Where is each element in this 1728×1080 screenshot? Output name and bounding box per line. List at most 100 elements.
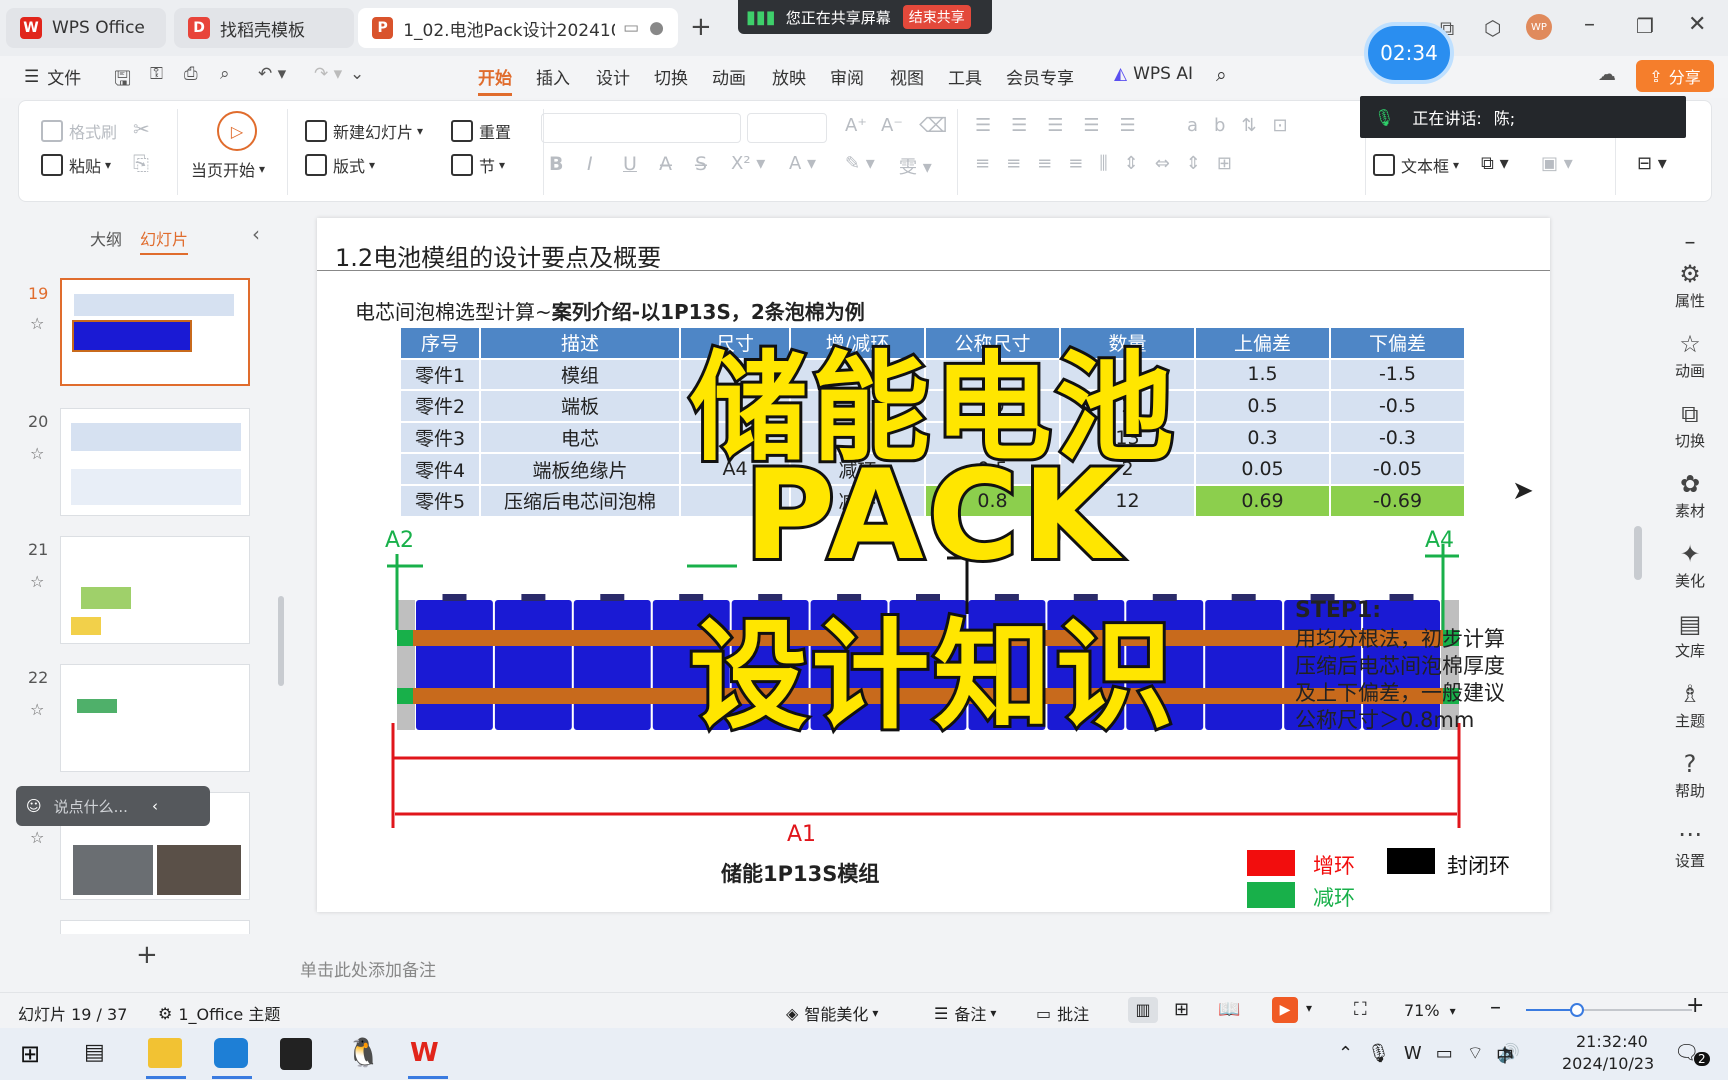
undo-icon[interactable]: ↶ ▾ <box>258 64 286 84</box>
zoom-in-icon[interactable]: + <box>1686 993 1704 1018</box>
star-icon[interactable]: ☆ <box>30 444 44 463</box>
highlight-icon[interactable]: ✎ ▾ <box>845 153 875 174</box>
qq-icon[interactable]: 🐧 <box>346 1036 381 1069</box>
tab-document[interactable]: P 1_02.电池Pack设计20241023 ▭ ● <box>358 8 678 48</box>
shapes-icon[interactable]: ⧉ ▾ <box>1481 153 1509 174</box>
section-button[interactable]: 节 ▾ <box>451 153 505 177</box>
add-slide-button[interactable]: + <box>136 940 158 970</box>
chevron-left-icon[interactable]: ‹ <box>152 797 158 815</box>
animation-button[interactable]: ☆ 动画 <box>1652 330 1728 381</box>
print-icon[interactable]: ⎙ <box>184 64 198 84</box>
key-icon[interactable]: ⚿ <box>150 64 163 84</box>
zoom-slider-handle[interactable] <box>1570 1003 1584 1017</box>
help-button[interactable]: ? 帮助 <box>1652 750 1728 801</box>
cloud-upload-icon[interactable]: ☁ <box>1598 64 1616 85</box>
font-color-icon[interactable]: A ▾ <box>789 153 816 174</box>
slides-tab[interactable]: 幻灯片 <box>140 226 189 255</box>
file-menu[interactable]: ☰ 文件 <box>24 64 81 90</box>
wps-taskbar-icon[interactable]: W <box>410 1038 446 1070</box>
format-painter-button[interactable]: 格式刷 <box>41 119 117 143</box>
cube-icon[interactable]: ⬡ <box>1484 16 1501 40</box>
theme-indicator[interactable]: ⚙ 1_Office 主题 <box>158 1001 280 1025</box>
select-pane-icon[interactable]: ⊟ ▾ <box>1637 153 1667 174</box>
settings-button[interactable]: ⋯ 设置 <box>1652 820 1728 871</box>
play-from-current-button[interactable]: 当页开始 ▾ <box>191 157 265 181</box>
assets-button[interactable]: ✿ 素材 <box>1652 470 1728 521</box>
bold-icon[interactable]: B <box>549 153 563 175</box>
more-chevron-icon[interactable]: ⌄ <box>350 64 364 84</box>
star-icon[interactable]: ☆ <box>30 572 44 591</box>
textbox-button[interactable]: 文本框 ▾ <box>1373 153 1459 177</box>
save-icon[interactable]: 🖫 <box>114 64 131 98</box>
menu-tab-slideshow[interactable]: 放映 <box>772 64 806 89</box>
font-family-select[interactable] <box>541 113 741 143</box>
transition-button[interactable]: ⧉ 切换 <box>1652 400 1728 451</box>
font-shrink-icon[interactable]: A⁻ <box>881 115 903 136</box>
outline-tab[interactable]: 大纲 <box>90 226 122 250</box>
slide-thumbnail-21[interactable] <box>60 536 250 644</box>
comment-input[interactable]: ☺ 说点什么... ‹ <box>16 786 210 826</box>
text-direction-tools[interactable]: ab⇅⊡ <box>1187 115 1304 136</box>
grid-view-icon[interactable]: ⊞ <box>1174 999 1189 1020</box>
menu-tab-insert[interactable]: 插入 <box>536 64 570 89</box>
avatar[interactable]: WP <box>1526 14 1552 40</box>
arrange-icon[interactable]: ▣ ▾ <box>1541 153 1573 174</box>
slide-thumbnail-22[interactable] <box>60 664 250 772</box>
collapse-icon[interactable]: – <box>1652 230 1728 255</box>
menu-tab-animation[interactable]: 动画 <box>712 64 746 89</box>
font-size-select[interactable] <box>747 113 827 143</box>
slide-canvas[interactable]: 1.2电池模组的设计要点及概要 电芯间泡棉选型计算~ 案列介绍-以1P13S，2… <box>317 218 1550 912</box>
clear-format-icon[interactable]: ⌫ <box>919 113 947 137</box>
paragraph-tools[interactable]: ☰☰☰☰☰ <box>975 115 1156 136</box>
library-button[interactable]: ▤ 文库 <box>1652 610 1728 661</box>
star-icon[interactable]: ☆ <box>30 314 44 333</box>
menu-tab-tools[interactable]: 工具 <box>948 64 982 89</box>
theme-button[interactable]: ♗ 主题 <box>1652 680 1728 731</box>
menu-tab-transition[interactable]: 切换 <box>654 64 688 89</box>
redo-icon[interactable]: ↷ ▾ <box>314 64 342 84</box>
file-explorer-icon[interactable] <box>148 1038 182 1068</box>
comments-button[interactable]: ▭ 批注 <box>1036 1001 1089 1025</box>
menu-tab-review[interactable]: 审阅 <box>830 64 864 89</box>
unsaved-dot-icon[interactable]: ● <box>649 18 664 38</box>
star-icon[interactable]: ☆ <box>30 700 44 719</box>
new-tab-button[interactable]: + <box>690 12 712 42</box>
phonetic-icon[interactable]: 雯 ▾ <box>899 153 932 179</box>
menu-tab-design[interactable]: 设计 <box>596 64 630 89</box>
tab-wps-office[interactable]: W WPS Office <box>6 8 166 48</box>
superscript-icon[interactable]: X² ▾ <box>731 153 765 174</box>
reading-view-icon[interactable]: 📖 <box>1218 999 1240 1020</box>
end-share-button[interactable]: 结束共享 <box>902 5 971 29</box>
share-button[interactable]: ⇪ 分享 <box>1636 60 1714 92</box>
wps-ai-button[interactable]: ◭ WPS AI <box>1114 64 1193 84</box>
alignment-tools[interactable]: ≡≡≡≡⫼⇕⇔⇕⊞ <box>975 153 1248 174</box>
task-view-icon[interactable]: ▤ <box>84 1040 105 1065</box>
cut-icon[interactable]: ✂ <box>133 117 150 141</box>
zoom-out-icon[interactable]: – <box>1490 995 1501 1020</box>
menu-tab-member[interactable]: 会员专享 <box>1006 64 1074 89</box>
underline-icon[interactable]: U <box>623 153 637 175</box>
play-slideshow-icon[interactable]: ▶ <box>1272 997 1298 1023</box>
beautify-button[interactable]: ✦ 美化 <box>1652 540 1728 591</box>
monitor-icon[interactable]: ▭ <box>623 18 639 38</box>
shadow-s-icon[interactable]: S̶ <box>695 153 707 175</box>
layout-button[interactable]: 版式 ▾ <box>305 153 375 177</box>
print-preview-icon[interactable]: ⌕ <box>220 64 230 84</box>
new-slide-button[interactable]: 新建幻灯片 ▾ <box>305 119 423 143</box>
menu-tab-view[interactable]: 视图 <box>890 64 924 89</box>
chevron-down-icon[interactable]: ▾ <box>1306 1001 1312 1015</box>
ime-indicator[interactable]: 中 <box>1496 1042 1514 1068</box>
paste-button[interactable]: 粘贴 ▾ <box>41 153 111 177</box>
panel-scrollbar[interactable] <box>278 596 284 686</box>
zoom-select[interactable]: 71% ▾ <box>1404 1001 1456 1020</box>
reset-button[interactable]: 重置 <box>451 119 511 143</box>
notes-placeholder[interactable]: 单击此处添加备注 <box>300 956 436 981</box>
meeting-timer[interactable]: 02:34 <box>1364 22 1454 84</box>
strike-icon[interactable]: A̶ <box>659 153 672 175</box>
collapse-panel-icon[interactable]: ‹ <box>252 222 260 246</box>
italic-icon[interactable]: I <box>587 153 593 175</box>
vertical-scrollbar[interactable] <box>1634 526 1642 580</box>
search-icon[interactable]: ⌕ <box>1216 64 1227 86</box>
smart-beautify-button[interactable]: ◈ 智能美化 ▾ <box>786 1001 878 1025</box>
notes-button[interactable]: ☰ 备注 ▾ <box>934 1001 996 1025</box>
